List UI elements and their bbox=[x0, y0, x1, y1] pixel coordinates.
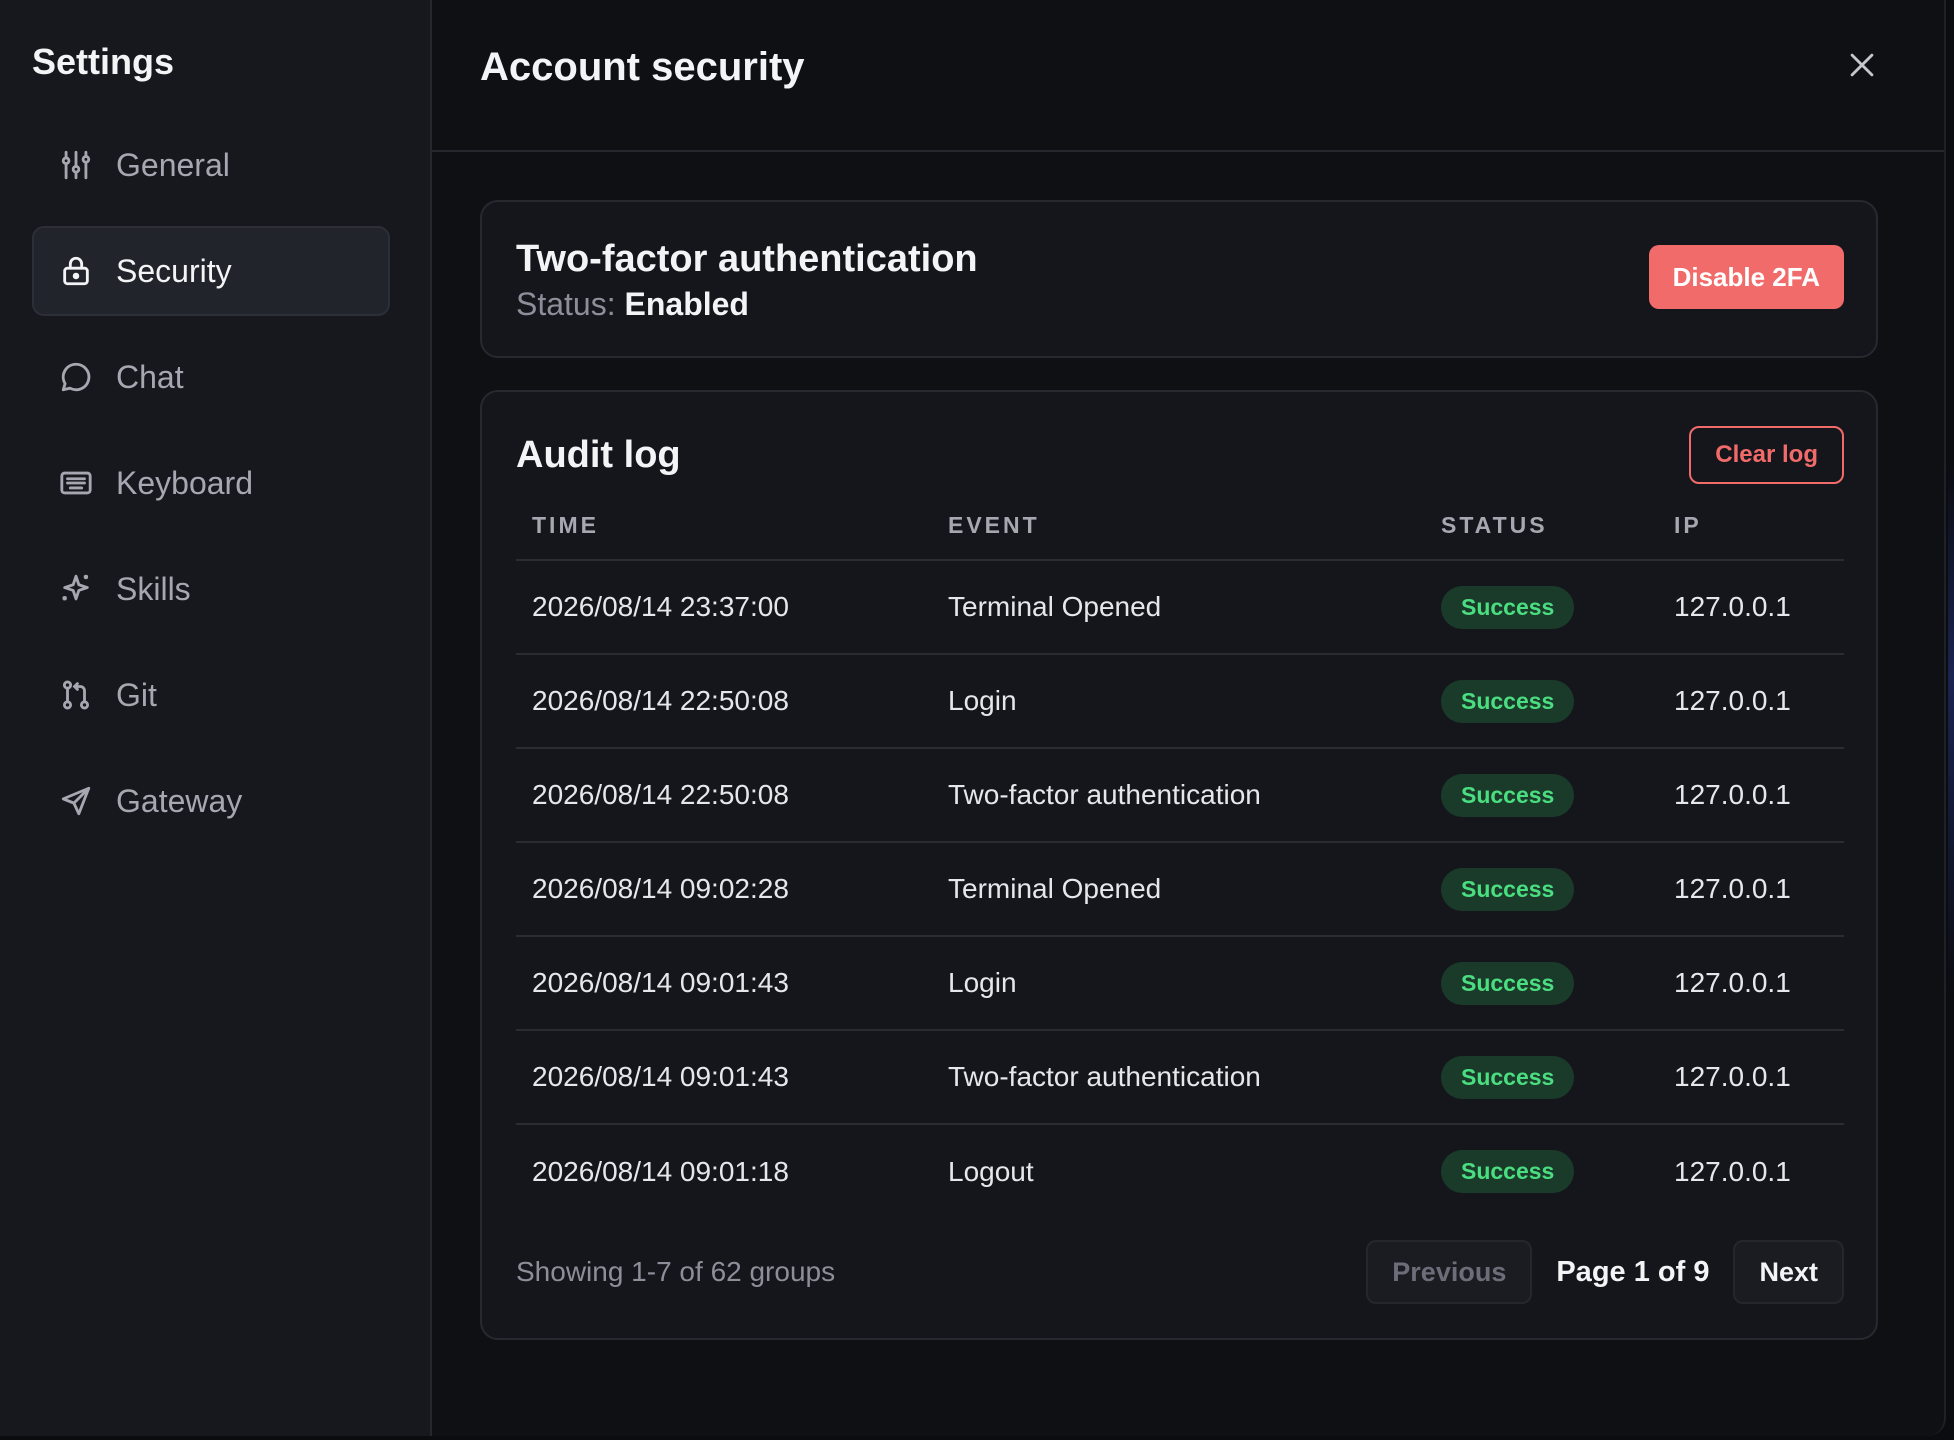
main-header: Account security bbox=[432, 0, 1944, 152]
close-button[interactable] bbox=[1840, 43, 1884, 87]
cell-event: Two-factor authentication bbox=[932, 1030, 1425, 1125]
cell-time: 2026/08/14 09:02:28 bbox=[516, 842, 932, 937]
backdrop-glow bbox=[1948, 460, 1954, 1000]
two-factor-card: Two-factor authentication Status: Enable… bbox=[480, 200, 1878, 358]
cell-time: 2026/08/14 09:01:18 bbox=[532, 1155, 789, 1187]
table-row: 2026/08/14 09:01:43 Login Success 127.0.… bbox=[516, 936, 1844, 1031]
cell-time: 2026/08/14 22:50:08 bbox=[516, 654, 932, 749]
next-page-button[interactable]: Next bbox=[1733, 1240, 1844, 1304]
status-badge: Success bbox=[1441, 1150, 1575, 1193]
column-header-ip: IP bbox=[1658, 492, 1844, 561]
status-badge: Success bbox=[1441, 1055, 1575, 1099]
table-row: 2026/08/14 22:50:08 Two-factor authentic… bbox=[516, 748, 1844, 843]
settings-sidebar: Settings General Security Chat Keyboard bbox=[0, 0, 432, 1436]
sidebar-item-chat[interactable]: Chat bbox=[32, 332, 390, 422]
cell-event: Terminal Opened bbox=[932, 842, 1425, 937]
previous-page-button[interactable]: Previous bbox=[1366, 1240, 1533, 1304]
table-row: 2026/08/14 09:01:43 Two-factor authentic… bbox=[516, 1030, 1844, 1125]
sidebar-item-label: Chat bbox=[116, 358, 184, 395]
cell-time: 2026/08/14 22:50:08 bbox=[516, 748, 932, 843]
audit-log-title: Audit log bbox=[516, 433, 681, 476]
cell-event: Login bbox=[932, 936, 1425, 1031]
sliders-icon bbox=[58, 147, 94, 183]
sidebar-item-label: Gateway bbox=[116, 782, 243, 819]
pagination: Showing 1-7 of 62 groups Previous Page 1… bbox=[516, 1240, 1844, 1304]
cell-ip: 127.0.0.1 bbox=[1658, 842, 1844, 937]
status-label: Status: bbox=[516, 285, 616, 322]
page-title: Account security bbox=[480, 44, 805, 89]
sidebar-item-label: Git bbox=[116, 676, 157, 713]
sidebar-item-label: Keyboard bbox=[116, 464, 253, 501]
status-badge: Success bbox=[1441, 585, 1575, 629]
status-badge: Success bbox=[1441, 961, 1575, 1005]
two-factor-title: Two-factor authentication bbox=[516, 237, 978, 280]
cell-time: 2026/08/14 23:37:00 bbox=[516, 560, 932, 655]
cell-event: Login bbox=[932, 654, 1425, 749]
showing-count: Showing 1-7 of 62 groups bbox=[516, 1256, 836, 1287]
sidebar-item-git[interactable]: Git bbox=[32, 650, 390, 740]
audit-log-card: Audit log Clear log TIME EVENT STATUS IP… bbox=[480, 390, 1878, 1340]
sidebar-item-label: Security bbox=[116, 252, 232, 289]
sidebar-item-keyboard[interactable]: Keyboard bbox=[32, 438, 390, 528]
cell-event: Logout bbox=[948, 1155, 1034, 1187]
lock-icon bbox=[58, 253, 94, 289]
table-row: 2026/08/14 22:50:08 Login Success 127.0.… bbox=[516, 654, 1844, 749]
sparkle-icon bbox=[58, 571, 94, 607]
chat-bubble-icon bbox=[58, 359, 94, 395]
page-indicator: Page 1 of 9 bbox=[1556, 1255, 1710, 1288]
sidebar-title: Settings bbox=[32, 41, 175, 82]
clear-log-button[interactable]: Clear log bbox=[1689, 426, 1844, 484]
cell-time: 2026/08/14 09:01:43 bbox=[516, 936, 932, 1031]
status-badge: Success bbox=[1441, 867, 1575, 911]
cell-ip: 127.0.0.1 bbox=[1658, 1030, 1844, 1125]
table-row: 2026/08/14 09:01:18 Logout Success 127.0… bbox=[516, 1124, 1844, 1218]
git-pull-request-icon bbox=[58, 677, 94, 713]
sidebar-item-general[interactable]: General bbox=[32, 120, 390, 210]
column-header-status: STATUS bbox=[1425, 492, 1658, 561]
sidebar-item-label: Skills bbox=[116, 570, 191, 607]
main-panel: Account security Two-factor authenticati… bbox=[432, 0, 1944, 1436]
column-header-event: EVENT bbox=[932, 492, 1425, 561]
sidebar-item-gateway[interactable]: Gateway bbox=[32, 756, 390, 846]
close-icon bbox=[1850, 53, 1874, 77]
status-badge: Success bbox=[1441, 773, 1575, 817]
disable-2fa-button[interactable]: Disable 2FA bbox=[1648, 245, 1844, 309]
cell-ip: 127.0.0.1 bbox=[1658, 560, 1844, 655]
status-badge: Success bbox=[1441, 679, 1575, 723]
table-row: 2026/08/14 23:37:00 Terminal Opened Succ… bbox=[516, 560, 1844, 655]
audit-log-table: TIME EVENT STATUS IP 2026/08/14 23:37:00… bbox=[516, 492, 1844, 1218]
cell-ip: 127.0.0.1 bbox=[1674, 1155, 1791, 1187]
settings-modal: Settings General Security Chat Keyboard bbox=[0, 0, 1946, 1436]
two-factor-status: Status: Enabled bbox=[516, 286, 978, 323]
sidebar-item-label: General bbox=[116, 146, 230, 183]
column-header-time: TIME bbox=[516, 492, 932, 561]
cell-ip: 127.0.0.1 bbox=[1658, 936, 1844, 1031]
cell-event: Terminal Opened bbox=[932, 560, 1425, 655]
keyboard-icon bbox=[58, 465, 94, 501]
cell-event: Two-factor authentication bbox=[932, 748, 1425, 843]
sidebar-item-security[interactable]: Security bbox=[32, 226, 390, 316]
cell-time: 2026/08/14 09:01:43 bbox=[516, 1030, 932, 1125]
status-value: Enabled bbox=[624, 285, 749, 322]
cell-ip: 127.0.0.1 bbox=[1658, 654, 1844, 749]
table-row: 2026/08/14 09:02:28 Terminal Opened Succ… bbox=[516, 842, 1844, 937]
send-icon bbox=[58, 783, 94, 819]
table-header-row: TIME EVENT STATUS IP bbox=[516, 492, 1844, 561]
sidebar-item-skills[interactable]: Skills bbox=[32, 544, 390, 634]
cell-ip: 127.0.0.1 bbox=[1658, 748, 1844, 843]
